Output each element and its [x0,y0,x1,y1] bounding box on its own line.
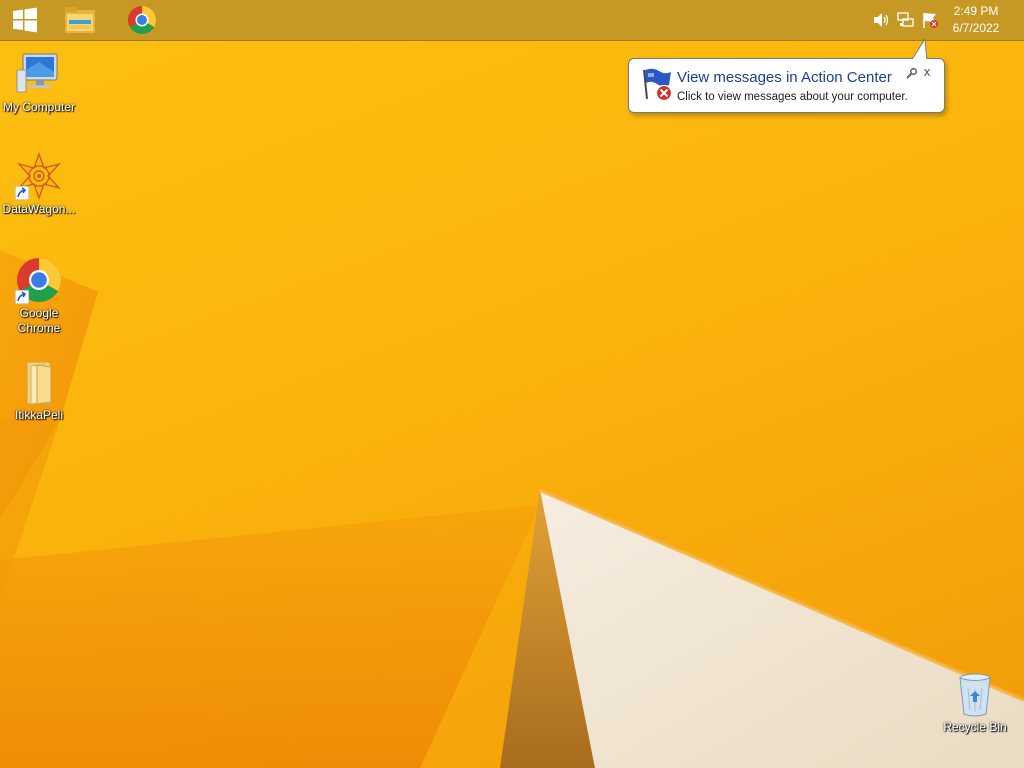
desktop-icon-label: My Computer [2,100,76,114]
desktop-icon-label: ItikkaPeli [14,408,64,422]
action-center-notification[interactable]: View messages in Action Center Click to … [628,39,945,113]
wallpaper [0,250,1024,768]
desktop-icon-my-computer[interactable]: My Computer [0,50,78,115]
folder-icon [15,358,63,406]
close-button[interactable]: x [920,64,934,80]
computer-icon [15,50,63,98]
desktop-icon-recycle-bin[interactable]: Recycle Bin [936,670,1014,735]
notification-title[interactable]: View messages in Action Center [677,69,892,86]
desktop-icon-label: Recycle Bin [943,720,1007,734]
start-button[interactable] [0,0,50,40]
desktop-icon-datawagon[interactable]: DataWagon... [0,151,78,217]
desktop-icon-label: Google Chrome [17,306,61,335]
action-center-tray-button[interactable] [920,10,940,30]
desktop-icon-google-chrome[interactable]: Google Chrome [0,256,78,336]
system-clock[interactable]: 2:49 PM 6/7/2022 [942,3,1010,37]
taskbar-file-explorer-button[interactable] [52,0,108,40]
network-tray-button[interactable] [896,10,916,30]
shortcut-arrow-icon [15,290,29,304]
desktop[interactable]: 2:49 PM 6/7/2022 View messages in Action… [0,0,1024,768]
desktop-icon-label: DataWagon... [2,202,76,216]
wrench-icon[interactable] [904,67,918,81]
volume-icon [874,13,889,27]
file-explorer-icon [65,7,95,33]
recycle-bin-icon [951,670,999,718]
action-center-flag-error-icon [643,68,673,102]
taskbar-chrome-button[interactable] [114,0,170,40]
chrome-icon [15,256,63,304]
notification-body: Click to view messages about your comput… [677,91,908,103]
clock-time: 2:49 PM [953,4,999,18]
clock-date: 6/7/2022 [952,21,1000,35]
balloon-tail [909,39,933,61]
chrome-icon [128,6,156,34]
shortcut-arrow-icon [15,186,29,200]
taskbar: 2:49 PM 6/7/2022 [0,0,1024,41]
action-center-flag-icon [923,13,938,28]
volume-tray-button[interactable] [871,10,891,30]
datawagon-icon [15,151,63,201]
network-icon [897,12,914,27]
desktop-icon-itikkapeli[interactable]: ItikkaPeli [0,358,78,423]
windows-logo-icon [13,7,37,33]
